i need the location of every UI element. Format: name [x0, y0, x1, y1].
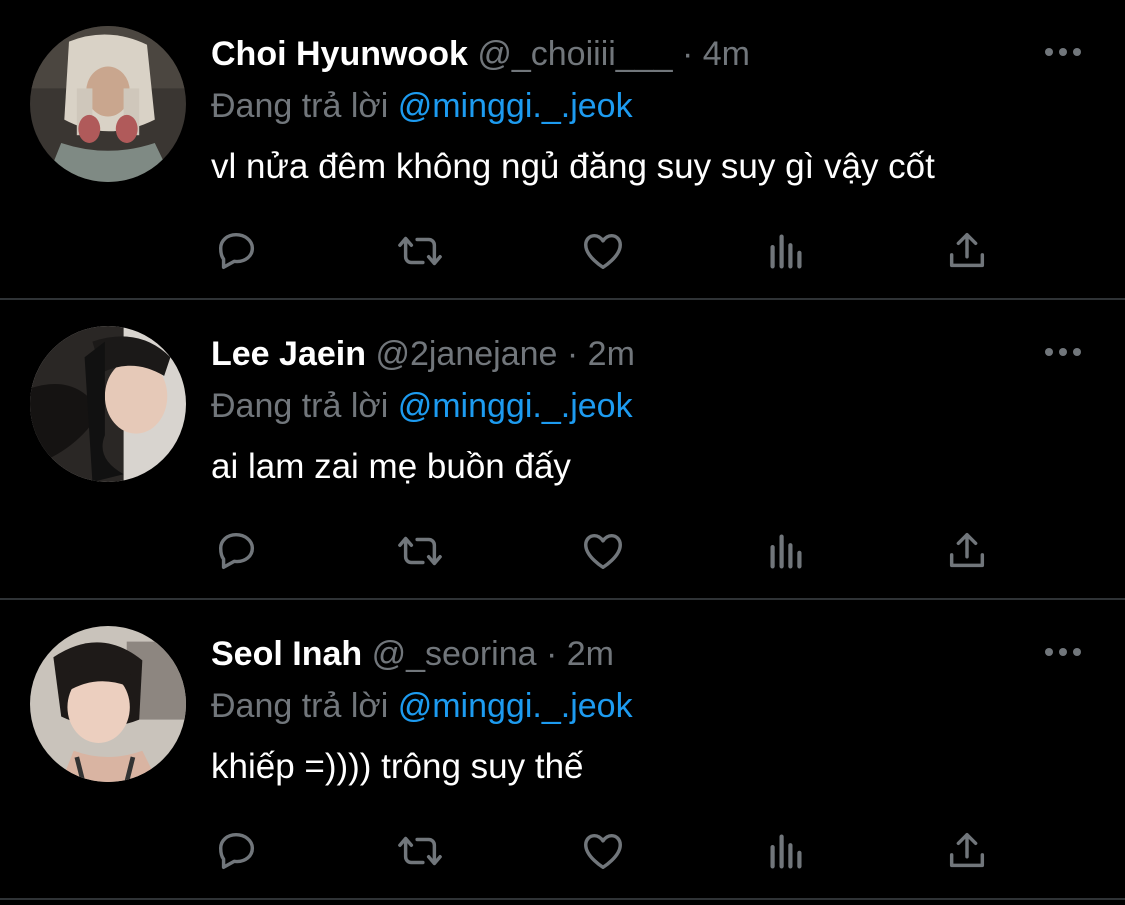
reply-button[interactable] [206, 520, 268, 582]
separator-dot: · [681, 35, 694, 73]
reply-prefix: Đang trả lời [211, 687, 389, 725]
display-name[interactable]: Seol Inah [211, 635, 362, 673]
reply-icon [218, 532, 255, 570]
more-icon [1045, 648, 1081, 656]
share-icon [949, 532, 985, 568]
user-handle[interactable]: @2janejane [375, 335, 557, 373]
tweet-text: ai lam zai mẹ buồn đấy [211, 447, 571, 486]
more-options-button[interactable] [1041, 40, 1085, 64]
tweet-header: Seol Inah @_seorina · 2m [211, 630, 614, 678]
reply-mention-link[interactable]: @minggi._.jeok [398, 387, 633, 425]
retweet-button[interactable] [389, 520, 451, 582]
share-button[interactable] [936, 820, 998, 882]
retweet-button[interactable] [389, 220, 451, 282]
analytics-icon [770, 534, 802, 569]
action-bar [0, 220, 1125, 282]
more-icon [1045, 48, 1081, 56]
more-icon [1045, 348, 1081, 356]
avatar[interactable] [30, 626, 186, 782]
user-handle[interactable]: @_seorina [372, 635, 537, 673]
tweet-reply[interactable]: Choi Hyunwook @_choiiii___ · 4m Đang trả… [0, 0, 1125, 300]
tweet-header: Choi Hyunwook @_choiiii___ · 4m [211, 30, 750, 78]
separator-dot: · [566, 335, 579, 373]
timestamp[interactable]: 2m [567, 635, 614, 673]
analytics-icon [770, 834, 802, 869]
reply-context: Đang trả lời @minggi._.jeok [211, 82, 633, 130]
tweet-reply[interactable]: Lee Jaein @2janejane · 2m Đang trả lời @… [0, 300, 1125, 600]
like-icon [584, 833, 622, 870]
avatar-image [30, 626, 186, 782]
like-button[interactable] [572, 520, 634, 582]
retweet-icon [398, 536, 442, 566]
retweet-icon [398, 836, 442, 866]
action-bar [0, 820, 1125, 882]
timestamp[interactable]: 4m [703, 35, 750, 73]
action-bar [0, 520, 1125, 582]
analytics-icon [770, 234, 802, 269]
separator-dot: · [545, 635, 558, 673]
reply-button[interactable] [206, 220, 268, 282]
like-icon [584, 233, 622, 270]
reply-icon [218, 232, 255, 270]
avatar-image [30, 326, 186, 482]
reply-context: Đang trả lời @minggi._.jeok [211, 682, 633, 730]
avatar[interactable] [30, 26, 186, 182]
reply-mention-link[interactable]: @minggi._.jeok [398, 87, 633, 125]
share-button[interactable] [936, 220, 998, 282]
reply-mention-link[interactable]: @minggi._.jeok [398, 687, 633, 725]
tweet-header: Lee Jaein @2janejane · 2m [211, 330, 635, 378]
timestamp[interactable]: 2m [588, 335, 635, 373]
tweet-text: khiếp =)))) trông suy thế [211, 747, 584, 786]
reply-prefix: Đang trả lời [211, 87, 389, 125]
user-handle[interactable]: @_choiiii___ [477, 35, 672, 73]
more-options-button[interactable] [1041, 640, 1085, 664]
share-icon [949, 832, 985, 868]
reply-prefix: Đang trả lời [211, 387, 389, 425]
reply-context: Đang trả lời @minggi._.jeok [211, 382, 633, 430]
tweet-text: vl nửa đêm không ngủ đăng suy suy gì vậy… [211, 147, 935, 186]
like-button[interactable] [572, 220, 634, 282]
reply-icon [218, 832, 255, 870]
share-icon [949, 232, 985, 268]
display-name[interactable]: Choi Hyunwook [211, 35, 468, 73]
reply-button[interactable] [206, 820, 268, 882]
like-button[interactable] [572, 820, 634, 882]
tweet-reply[interactable]: Seol Inah @_seorina · 2m Đang trả lời @m… [0, 600, 1125, 900]
share-button[interactable] [936, 520, 998, 582]
retweet-button[interactable] [389, 820, 451, 882]
analytics-button[interactable] [755, 520, 817, 582]
like-icon [584, 533, 622, 570]
avatar-image [30, 26, 186, 182]
display-name[interactable]: Lee Jaein [211, 335, 366, 373]
analytics-button[interactable] [755, 220, 817, 282]
analytics-button[interactable] [755, 820, 817, 882]
retweet-icon [398, 236, 442, 266]
avatar[interactable] [30, 326, 186, 482]
more-options-button[interactable] [1041, 340, 1085, 364]
